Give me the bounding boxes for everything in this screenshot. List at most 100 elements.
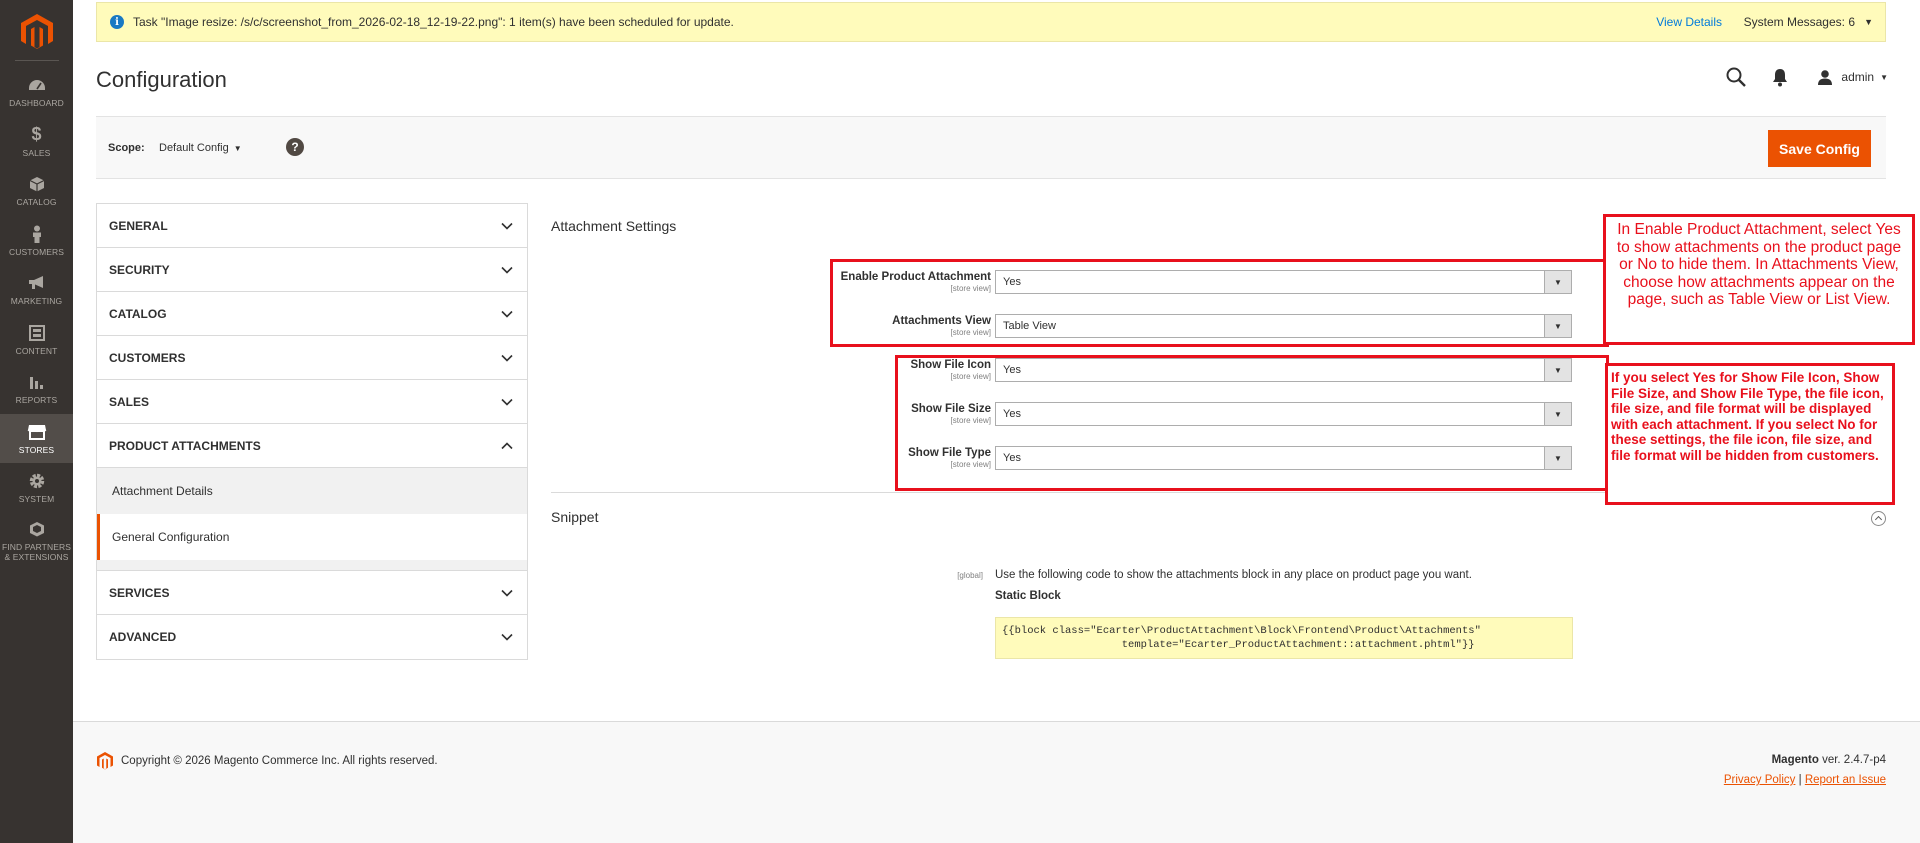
user-icon [1818, 70, 1833, 85]
nav-item-content[interactable]: Content [0, 315, 73, 365]
nav-item-dashboard[interactable]: Dashboard [0, 67, 73, 117]
sub-item-attachment-details[interactable]: Attachment Details [97, 468, 527, 514]
box-icon [27, 174, 47, 194]
chevron-down-icon [501, 589, 513, 597]
tab-security[interactable]: SECURITY [97, 248, 527, 292]
chevron-down-icon [501, 266, 513, 274]
nav-label: System [18, 494, 55, 505]
tab-general[interactable]: GENERAL [97, 204, 527, 248]
search-icon[interactable] [1725, 66, 1747, 88]
caret-down-icon[interactable]: ▼ [1864, 17, 1873, 27]
tab-product-attachments[interactable]: PRODUCT ATTACHMENTS [97, 424, 527, 468]
tab-label: PRODUCT ATTACHMENTS [109, 438, 261, 453]
view-details-link[interactable]: View Details [1656, 15, 1722, 29]
tab-label: SALES [109, 394, 150, 409]
bar-chart-icon [27, 372, 47, 392]
tab-label: SERVICES [109, 585, 170, 600]
tab-label: SECURITY [109, 262, 170, 277]
nav-item-system[interactable]: System [0, 463, 73, 513]
nav-item-marketing[interactable]: Marketing [0, 265, 73, 315]
copyright-text: Copyright © 2026 Magento Commerce Inc. A… [121, 755, 438, 767]
tab-label: CUSTOMERS [109, 350, 186, 365]
tab-sub-items: Attachment Details General Configuration [97, 468, 527, 571]
scope-switcher[interactable]: Default Config ▼ [159, 142, 242, 154]
caret-down-icon: ▼ [233, 144, 242, 153]
scope-value: Default Config [159, 142, 229, 154]
chevron-down-icon [501, 310, 513, 318]
nav-divider [14, 60, 59, 61]
megaphone-icon [27, 273, 47, 293]
collapse-section-icon[interactable] [1871, 511, 1886, 526]
tab-label: CATALOG [109, 306, 167, 321]
annotation-callout-enable: In Enable Product Attachment, select Yes… [1603, 214, 1915, 345]
tab-catalog[interactable]: CATALOG [97, 292, 527, 336]
dashboard-icon [27, 75, 47, 95]
tab-sales[interactable]: SALES [97, 380, 527, 424]
scope-label: Scope: [108, 142, 145, 154]
magento-logo-icon[interactable] [20, 14, 53, 50]
system-message-bar: i Task "Image resize: /s/c/screenshot_fr… [96, 2, 1886, 42]
snippet-description: Use the following code to show the attac… [995, 569, 1472, 581]
nav-label: Content [15, 345, 58, 356]
dollar-icon: $ [31, 124, 42, 145]
caret-down-icon: ▼ [1880, 72, 1888, 82]
info-icon: i [110, 15, 124, 29]
admin-sidebar: Dashboard $ Sales Catalog Customers Mark… [0, 0, 73, 843]
header-actions: admin ▼ [1725, 66, 1888, 88]
privacy-policy-link[interactable]: Privacy Policy [1724, 774, 1796, 786]
nav-item-stores[interactable]: Stores [0, 413, 73, 463]
nav-label: Marketing [10, 296, 63, 307]
tab-advanced[interactable]: ADVANCED [97, 615, 527, 659]
version-text: Magento ver. 2.4.7-p4 [1772, 754, 1886, 766]
page-footer: Copyright © 2026 Magento Commerce Inc. A… [73, 721, 1920, 843]
nav-item-catalog[interactable]: Catalog [0, 166, 73, 216]
chevron-down-icon [501, 354, 513, 362]
nav-label: Find Partners & Extensions [2, 542, 71, 562]
nav-label: Catalog [16, 197, 57, 208]
tab-label: ADVANCED [109, 630, 177, 644]
save-config-button[interactable]: Save Config [1768, 130, 1871, 167]
chevron-down-icon [501, 633, 513, 641]
tab-customers[interactable]: CUSTOMERS [97, 336, 527, 380]
magento-logo-icon [97, 752, 113, 770]
nav-item-reports[interactable]: Reports [0, 364, 73, 414]
admin-user-menu[interactable]: admin ▼ [1817, 69, 1888, 85]
person-icon [27, 224, 47, 244]
report-issue-link[interactable]: Report an Issue [1805, 774, 1886, 786]
gear-icon [27, 471, 47, 491]
footer-links: Privacy Policy | Report an Issue [1724, 774, 1886, 786]
sub-item-general-configuration[interactable]: General Configuration [97, 514, 527, 560]
annotation-highlight-box [895, 355, 1609, 491]
nav-item-customers[interactable]: Customers [0, 216, 73, 266]
nav-item-sales[interactable]: $ Sales [0, 117, 73, 167]
config-tabs: GENERAL SECURITY CATALOG CUSTOMERS SALES… [96, 203, 528, 660]
system-messages-toggle[interactable]: System Messages: 6 [1744, 15, 1855, 29]
chevron-down-icon [501, 398, 513, 406]
nav-label: Customers [8, 246, 65, 257]
admin-username: admin [1841, 70, 1875, 84]
snippet-title[interactable]: Snippet [551, 509, 598, 525]
nav-label: Sales [22, 147, 51, 158]
help-icon[interactable]: ? [286, 138, 304, 156]
chevron-down-icon [501, 222, 513, 230]
annotation-highlight-box [830, 259, 1609, 347]
brand-name: Magento [1771, 754, 1819, 766]
snippet-scope: [global] [957, 571, 983, 580]
system-message-text: Task "Image resize: /s/c/screenshot_from… [133, 15, 734, 29]
static-block-heading: Static Block [995, 590, 1061, 602]
static-block-code: {{block class="Ecarter\ProductAttachment… [995, 617, 1573, 659]
link-separator: | [1798, 774, 1802, 786]
page-title: Configuration [96, 67, 227, 92]
tab-label: GENERAL [109, 218, 168, 233]
attachment-settings-title[interactable]: Attachment Settings [551, 218, 676, 234]
nav-label: Reports [15, 395, 58, 406]
page-content: i Task "Image resize: /s/c/screenshot_fr… [73, 0, 1920, 843]
content-icon [27, 323, 47, 343]
scope-toolbar: Scope: Default Config ▼ ? Save Config [96, 116, 1886, 179]
extensions-icon [27, 519, 47, 539]
bell-icon[interactable] [1771, 67, 1789, 87]
tab-services[interactable]: SERVICES [97, 571, 527, 615]
nav-label: Stores [18, 444, 55, 455]
version-number: ver. 2.4.7-p4 [1818, 754, 1886, 766]
nav-item-find-partners[interactable]: Find Partners & Extensions [0, 513, 73, 569]
